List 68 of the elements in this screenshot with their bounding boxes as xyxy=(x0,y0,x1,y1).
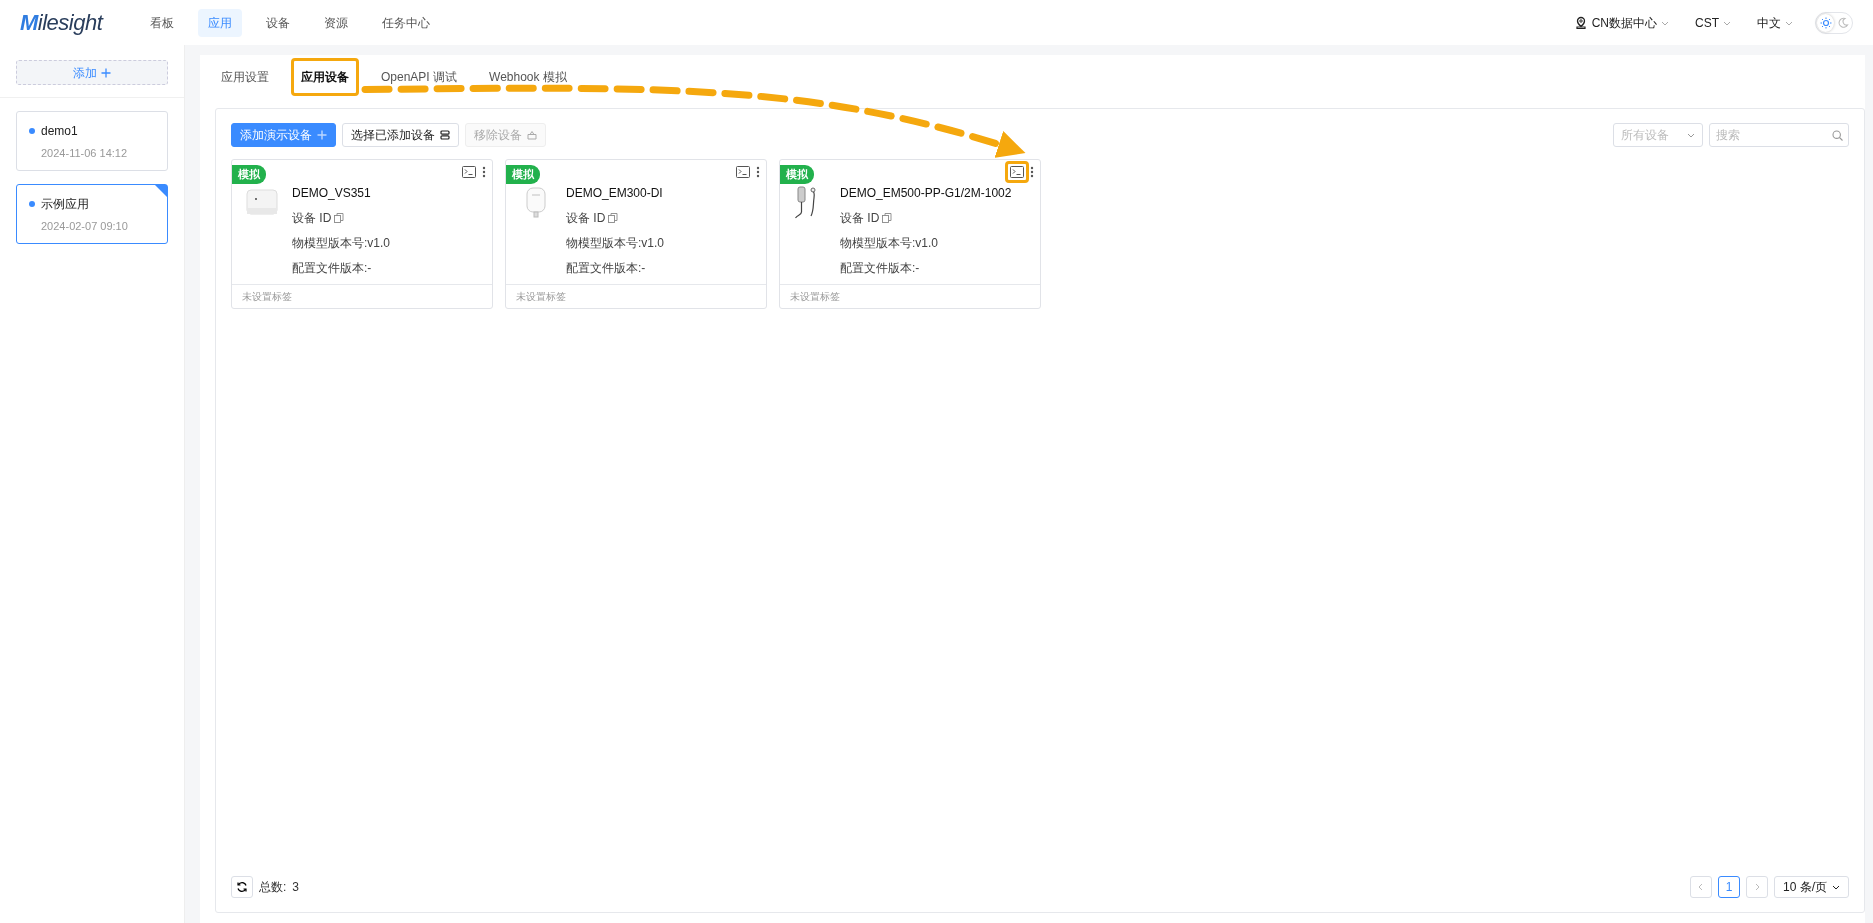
refresh-icon xyxy=(236,881,248,893)
tab[interactable]: 应用设备 xyxy=(295,61,355,92)
more-icon[interactable] xyxy=(1030,165,1034,178)
more-icon[interactable] xyxy=(756,165,760,178)
total-label: 总数: xyxy=(259,879,287,896)
terminal-icon[interactable] xyxy=(736,165,750,178)
location-pin-icon xyxy=(1573,15,1588,30)
app-name: 示例应用 xyxy=(41,196,89,213)
basket-icon xyxy=(527,130,537,140)
simulated-badge: 模拟 xyxy=(780,165,814,184)
config-version: 配置文件版本:- xyxy=(840,259,921,277)
device-name: DEMO_EM500-PP-G1/2M-1002 xyxy=(840,184,1012,202)
logo: Milesight xyxy=(20,9,103,37)
nav-item[interactable]: 资源 xyxy=(314,8,359,37)
app-time: 2024-02-07 09:10 xyxy=(41,219,129,234)
config-version: 配置文件版本:- xyxy=(292,259,373,277)
model-version: 物模型版本号:v1.0 xyxy=(292,234,390,252)
copy-icon[interactable] xyxy=(608,212,619,223)
nav-item[interactable]: 设备 xyxy=(256,8,301,37)
tag-text: 未设置标签 xyxy=(242,289,292,304)
simulated-badge: 模拟 xyxy=(232,165,266,184)
tag-text: 未设置标签 xyxy=(516,289,566,304)
app-name: demo1 xyxy=(41,123,78,140)
corner-marker xyxy=(155,185,167,197)
copy-icon[interactable] xyxy=(882,212,893,223)
device-id-label: 设备 ID xyxy=(566,209,606,227)
copy-icon[interactable] xyxy=(334,212,345,223)
plus-icon xyxy=(100,67,111,78)
datacenter-dropdown[interactable]: CN数据中心 xyxy=(1573,13,1669,32)
language-dropdown[interactable]: 中文 xyxy=(1757,13,1793,32)
toolbar-button[interactable]: 选择已添加设备 xyxy=(342,123,459,147)
terminal-icon[interactable] xyxy=(1010,165,1024,178)
config-version: 配置文件版本:- xyxy=(566,259,647,277)
model-version: 物模型版本号:v1.0 xyxy=(566,234,664,252)
chevron-right-icon xyxy=(1753,883,1761,891)
status-dot xyxy=(29,128,35,134)
simulated-badge: 模拟 xyxy=(506,165,540,184)
caret-icon xyxy=(1832,883,1840,891)
server-icon xyxy=(440,130,450,140)
device-name: DEMO_EM300-DI xyxy=(566,184,664,202)
plus-icon xyxy=(317,130,327,140)
chevron-left-icon xyxy=(1697,883,1705,891)
device-id-label: 设备 ID xyxy=(840,209,880,227)
status-dot xyxy=(29,201,35,207)
terminal-icon[interactable] xyxy=(462,165,476,178)
page-button[interactable]: 1 xyxy=(1718,876,1740,898)
device-id-label: 设备 ID xyxy=(292,209,332,227)
search-icon xyxy=(1832,130,1843,141)
refresh-button[interactable] xyxy=(231,876,253,898)
tab[interactable]: OpenAPI 调试 xyxy=(375,61,464,92)
tag-text: 未设置标签 xyxy=(790,289,840,304)
page-size-dropdown[interactable]: 10 条/页 xyxy=(1774,876,1849,898)
tab[interactable]: 应用设置 xyxy=(215,61,275,92)
app-time: 2024-11-06 14:12 xyxy=(41,146,129,161)
search-field[interactable]: 搜索 xyxy=(1709,123,1849,147)
total-count: 3 xyxy=(292,879,300,896)
tab[interactable]: Webhook 模拟 xyxy=(483,61,573,92)
sun-icon xyxy=(1819,16,1832,29)
app-card[interactable]: 示例应用 2024-02-07 09:10 xyxy=(16,184,168,244)
moon-icon xyxy=(1836,16,1849,29)
caret-icon xyxy=(1687,131,1695,139)
nav-item[interactable]: 任务中心 xyxy=(372,8,441,37)
timezone-dropdown[interactable]: CST xyxy=(1695,13,1731,32)
nav-item[interactable]: 看板 xyxy=(140,8,185,37)
model-version: 物模型版本号:v1.0 xyxy=(840,234,939,252)
app-card[interactable]: demo1 2024-11-06 14:12 xyxy=(16,111,168,171)
device-name: DEMO_VS351 xyxy=(292,184,372,202)
more-icon[interactable] xyxy=(482,165,486,178)
